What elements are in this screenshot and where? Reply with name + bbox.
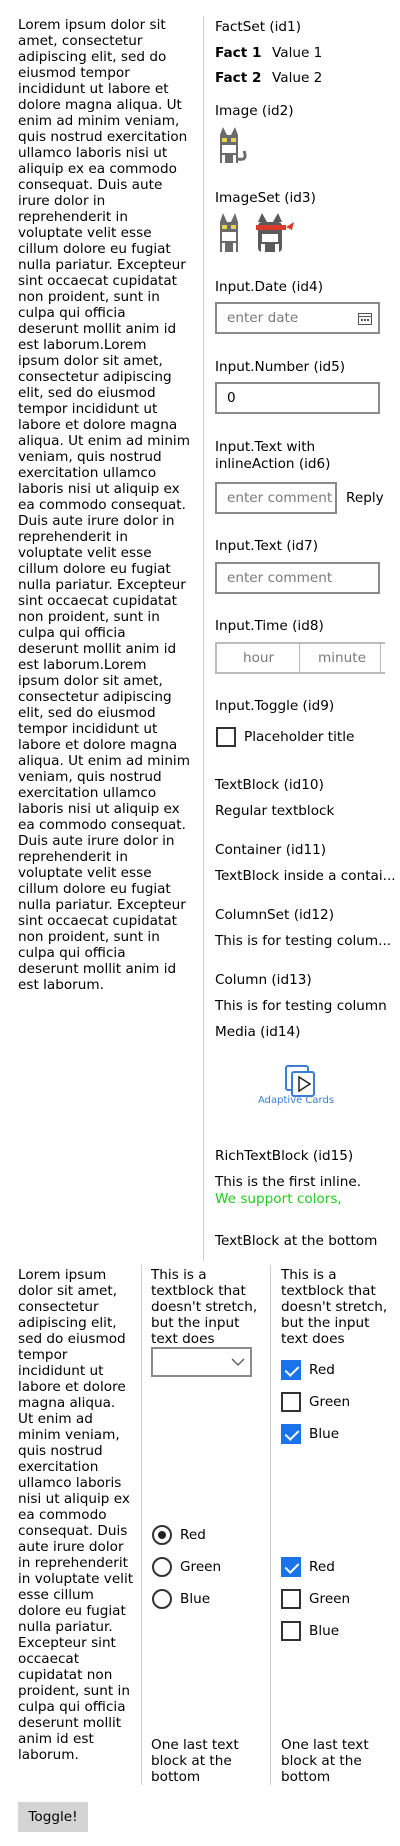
col3-textblock: This is a textblock that doesn't stretch… bbox=[281, 1267, 388, 1347]
radio-label: Green bbox=[180, 1559, 222, 1575]
textblock-title: TextBlock (id10) bbox=[215, 777, 324, 793]
media-player[interactable]: Adaptive Cards bbox=[256, 1060, 344, 1116]
checkbox-label: Green bbox=[309, 1394, 351, 1410]
reply-button[interactable]: Reply bbox=[346, 490, 384, 507]
checkbox-label: Red bbox=[309, 1559, 335, 1575]
calendar-icon bbox=[358, 313, 372, 325]
col2-textblock: This is a textblock that doesn't stretch… bbox=[151, 1267, 258, 1347]
number-value: 0 bbox=[227, 390, 236, 406]
cat-image bbox=[220, 127, 247, 163]
fact-value: Value 1 bbox=[272, 45, 323, 61]
fact-value: Value 2 bbox=[272, 70, 323, 86]
column-divider bbox=[141, 1265, 142, 1785]
input-toggle-title: Input.Toggle (id9) bbox=[215, 698, 335, 714]
ninja-cat-image bbox=[256, 213, 294, 252]
richtext-block: This is the first inline. We support col… bbox=[215, 1174, 385, 1208]
column-text: This is for testing column bbox=[215, 998, 387, 1014]
number-input[interactable]: 0 bbox=[215, 382, 380, 414]
radio-red[interactable] bbox=[152, 1525, 172, 1545]
radio-green[interactable] bbox=[152, 1557, 172, 1577]
lorem-textblock: Lorem ipsum dolor sit amet, consectetur … bbox=[18, 1267, 134, 1763]
richtext-inline-colored: We support colors, bbox=[215, 1191, 342, 1207]
comment-input[interactable]: enter comment bbox=[215, 482, 337, 514]
container-title: Container (id11) bbox=[215, 842, 327, 858]
media-logo-text: Adaptive Cards bbox=[258, 1095, 335, 1106]
time-input[interactable]: hour minute bbox=[215, 642, 385, 674]
cat-image bbox=[220, 213, 238, 252]
radio-blue[interactable] bbox=[152, 1589, 172, 1609]
input-text-action-title: Input.Text with inlineAction (id6) bbox=[215, 439, 331, 472]
column-divider bbox=[203, 16, 204, 1261]
factset-title: FactSet (id1) bbox=[215, 19, 302, 35]
time-separator bbox=[299, 644, 300, 672]
comment-placeholder: enter comment bbox=[227, 490, 333, 506]
date-placeholder: enter date bbox=[227, 310, 299, 326]
time-separator bbox=[380, 644, 381, 672]
columnset-text: This is for testing colum... bbox=[215, 933, 392, 949]
checkbox-red[interactable] bbox=[281, 1557, 301, 1577]
media-title: Media (id14) bbox=[215, 1024, 301, 1040]
input-text-title: Input.Text (id7) bbox=[215, 538, 318, 554]
chevron-down-icon bbox=[231, 1358, 245, 1366]
dropdown-select[interactable] bbox=[151, 1347, 252, 1377]
hour-field[interactable]: hour bbox=[243, 650, 274, 666]
text-input[interactable]: enter comment bbox=[215, 562, 380, 594]
date-input[interactable]: enter date bbox=[215, 302, 380, 334]
col3-last-textblock: One last text block at the bottom bbox=[281, 1737, 369, 1785]
toggle-button[interactable]: Toggle! bbox=[18, 1802, 88, 1832]
checkbox-label: Green bbox=[309, 1591, 351, 1607]
fact-key: Fact 1 bbox=[215, 45, 262, 61]
column-title: Column (id13) bbox=[215, 972, 312, 988]
radio-label: Blue bbox=[180, 1591, 211, 1607]
image-title: Image (id2) bbox=[215, 103, 294, 119]
input-date-title: Input.Date (id4) bbox=[215, 279, 323, 295]
text-placeholder: enter comment bbox=[227, 570, 333, 586]
col2-last-textblock: One last text block at the bottom bbox=[151, 1737, 239, 1785]
columnset-title: ColumnSet (id12) bbox=[215, 907, 335, 923]
checkbox-label: Blue bbox=[309, 1623, 340, 1639]
container-text: TextBlock inside a contai... bbox=[215, 868, 396, 884]
bottom-textblock: TextBlock at the bottom bbox=[215, 1233, 378, 1249]
imageset-title: ImageSet (id3) bbox=[215, 190, 316, 206]
input-number-title: Input.Number (id5) bbox=[215, 359, 346, 375]
checkbox-green[interactable] bbox=[281, 1589, 301, 1609]
checkbox-green[interactable] bbox=[281, 1392, 301, 1412]
toggle-label: Placeholder title bbox=[244, 729, 355, 745]
textblock-text: Regular textblock bbox=[215, 803, 335, 819]
minute-field[interactable]: minute bbox=[318, 650, 366, 666]
richtext-inline: This is the first inline. bbox=[215, 1174, 362, 1190]
column-divider bbox=[270, 1265, 271, 1785]
input-time-title: Input.Time (id8) bbox=[215, 618, 324, 634]
radio-label: Red bbox=[180, 1527, 206, 1543]
checkbox-label: Red bbox=[309, 1362, 335, 1378]
toggle-checkbox[interactable] bbox=[216, 727, 236, 747]
adaptive-cards-logo-icon bbox=[285, 1065, 315, 1097]
checkbox-red[interactable] bbox=[281, 1360, 301, 1380]
checkbox-label: Blue bbox=[309, 1426, 340, 1442]
checkbox-blue[interactable] bbox=[281, 1621, 301, 1641]
richtext-title: RichTextBlock (id15) bbox=[215, 1148, 354, 1164]
fact-key: Fact 2 bbox=[215, 70, 262, 86]
lorem-textblock: Lorem ipsum dolor sit amet, consectetur … bbox=[18, 17, 190, 993]
checkbox-blue[interactable] bbox=[281, 1424, 301, 1444]
